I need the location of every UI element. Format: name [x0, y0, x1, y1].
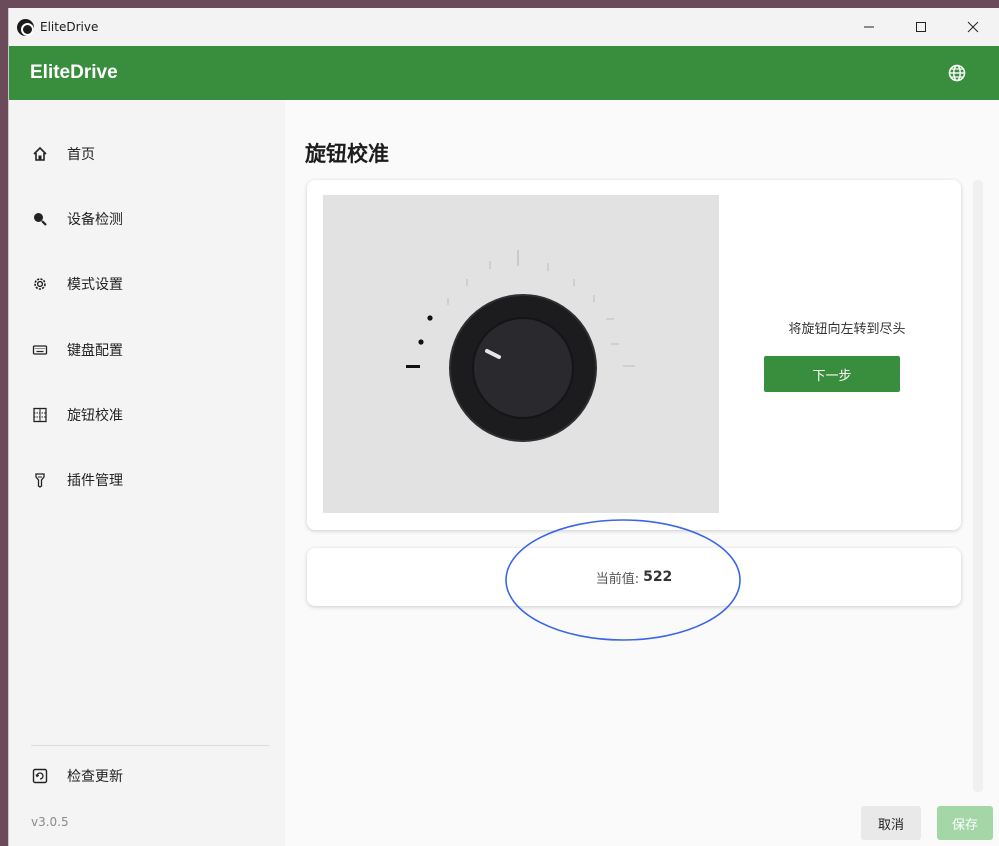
- window-title: EliteDrive: [40, 20, 99, 34]
- knob-illustration: [323, 195, 719, 513]
- cancel-button[interactable]: 取消: [861, 806, 921, 840]
- instruction-text: 将旋钮向左转到尽头: [788, 322, 906, 337]
- maximize-button[interactable]: [895, 8, 947, 46]
- main-content: 旋钮校准 将旋钮向左转到尽头 下一步 当前值: 522 取消 保存: [285, 100, 999, 846]
- keyboard-icon: [31, 341, 49, 359]
- sidebar-item-label: 设备检测: [67, 212, 123, 228]
- calibration-card: 将旋钮向左转到尽头 下一步: [307, 180, 961, 530]
- sidebar-item-label: 旋钮校准: [67, 408, 123, 424]
- sidebar-item-knob-calibration[interactable]: 旋钮校准: [31, 397, 271, 433]
- sidebar-item-label: 键盘配置: [67, 343, 123, 359]
- sidebar-item-label: 首页: [67, 147, 95, 163]
- app-header: EliteDrive: [9, 46, 999, 100]
- app-logo-icon: [17, 18, 34, 36]
- check-update-button[interactable]: 检查更新: [31, 761, 123, 791]
- window-controls: [843, 8, 999, 46]
- minimize-button[interactable]: [843, 8, 895, 46]
- sidebar-item-keyboard-config[interactable]: 键盘配置: [31, 332, 271, 368]
- refresh-icon: [31, 767, 49, 785]
- title-bar: EliteDrive: [9, 8, 999, 46]
- version-label: v3.0.5: [31, 815, 69, 829]
- sidebar-item-label: 插件管理: [67, 473, 123, 489]
- maximize-icon: [916, 22, 926, 32]
- sidebar-divider: [31, 745, 269, 746]
- minimize-icon: [864, 26, 874, 28]
- home-icon: [31, 145, 49, 163]
- gear-icon: [31, 275, 49, 293]
- magnifier-icon: [31, 210, 49, 228]
- sidebar-item-home[interactable]: 首页: [31, 136, 271, 172]
- sidebar-item-device-check[interactable]: 设备检测: [31, 201, 271, 237]
- app-name: EliteDrive: [30, 62, 118, 83]
- check-update-label: 检查更新: [67, 769, 123, 785]
- knob-icon: [406, 250, 635, 442]
- sidebar: 首页 设备检测 模式设置 键盘配置 旋钮校准 插件管理 检查更新 v3.0.5: [9, 100, 285, 846]
- sidebar-item-mode-settings[interactable]: 模式设置: [31, 266, 271, 302]
- page-title: 旋钮校准: [305, 142, 389, 166]
- app-window: EliteDrive EliteDrive 首页 设备检测 模式设置 键盘配置 …: [8, 8, 999, 846]
- next-step-button[interactable]: 下一步: [764, 356, 900, 392]
- save-button[interactable]: 保存: [937, 806, 993, 840]
- close-button[interactable]: [947, 8, 999, 46]
- close-icon: [967, 21, 979, 33]
- knob-grid-icon: [31, 406, 49, 424]
- plugin-icon: [31, 471, 49, 489]
- sidebar-item-plugin-management[interactable]: 插件管理: [31, 462, 271, 498]
- globe-icon[interactable]: [948, 64, 966, 82]
- scrollbar[interactable]: [973, 180, 983, 792]
- sidebar-item-label: 模式设置: [67, 277, 123, 293]
- highlight-ellipse: [505, 519, 741, 641]
